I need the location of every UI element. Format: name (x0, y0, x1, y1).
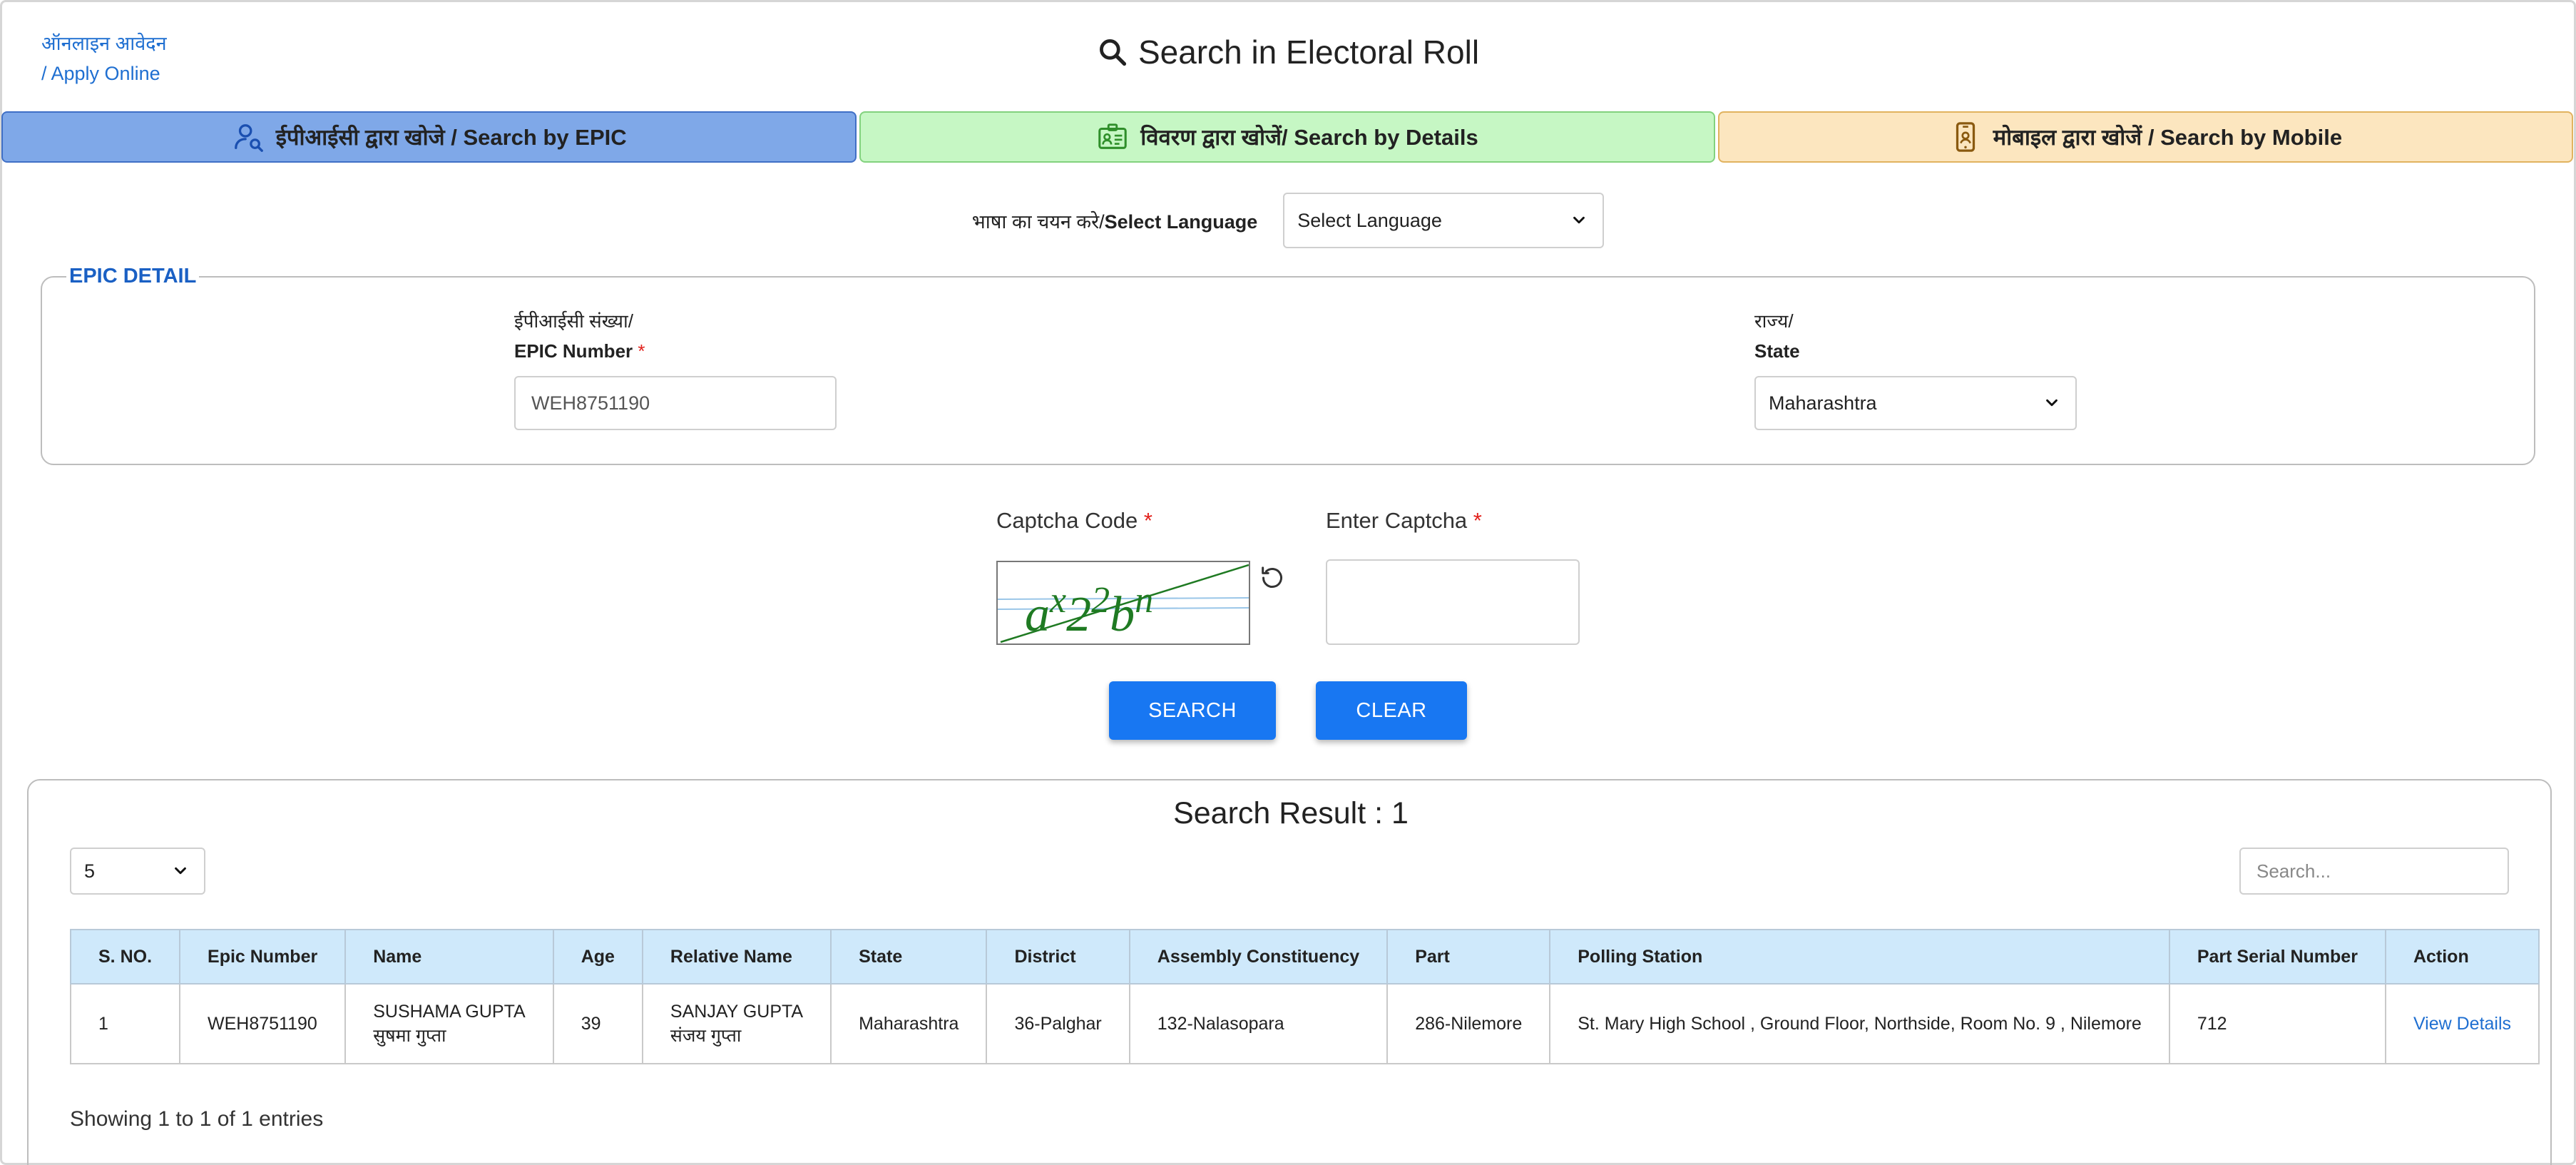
search-button[interactable]: SEARCH (1109, 681, 1276, 740)
epic-number-input[interactable]: WEH8751190 (514, 376, 837, 430)
language-label-hindi: भाषा का चयन करे/ (971, 210, 1105, 233)
view-details-link[interactable]: View Details (2413, 1014, 2511, 1034)
required-marker: * (638, 340, 645, 362)
clear-button[interactable]: CLEAR (1316, 681, 1467, 740)
cell-part-serial-number: 712 (2168, 983, 2386, 1064)
search-tabs: ईपीआईसी द्वारा खोजे / Search by EPIC विव… (1, 111, 2573, 163)
table-row: 1 WEH8751190 SUSHAMA GUPTA सुषमा गुप्ता … (69, 983, 2540, 1064)
captcha-input[interactable] (1326, 559, 1580, 645)
search-icon (1099, 39, 1127, 66)
mobile-phone-icon (1956, 122, 1975, 152)
results-search-input[interactable]: Search... (2239, 848, 2509, 895)
user-search-icon (234, 124, 263, 152)
results-search-placeholder: Search... (2256, 860, 2331, 882)
chevron-down-icon (175, 867, 186, 875)
col-header-action[interactable]: Action (2384, 929, 2540, 985)
col-header-part[interactable]: Part (1386, 929, 1551, 985)
cell-relative-hindi: संजय गुप्ता (670, 1026, 742, 1046)
epic-number-label-hindi: ईपीआईसी संख्या/ (514, 310, 633, 332)
results-table: S. NO. Epic Number Name Age Relative Nam… (69, 929, 2540, 1064)
tab-search-by-details[interactable]: विवरण द्वारा खोजें/ Search by Details (859, 111, 1715, 163)
cell-name: SUSHAMA GUPTA सुषमा गुप्ता (344, 983, 554, 1064)
cell-sno: 1 (69, 983, 181, 1064)
cell-state: Maharashtra (830, 983, 988, 1064)
col-header-state[interactable]: State (830, 929, 988, 985)
page-title-text: Search in Electoral Roll (1138, 34, 1480, 71)
col-header-district[interactable]: District (986, 929, 1130, 985)
captcha-code-label: Captcha Code * (996, 508, 1152, 534)
col-header-assembly-constituency[interactable]: Assembly Constituency (1128, 929, 1389, 985)
col-header-part-serial-number[interactable]: Part Serial Number (2168, 929, 2386, 985)
epic-number-label: ईपीआईसी संख्या/ EPIC Number * (514, 306, 645, 366)
col-header-relative-name[interactable]: Relative Name (641, 929, 832, 985)
cell-age: 39 (552, 983, 643, 1064)
tab-search-by-mobile[interactable]: मोबाइल द्वारा खोजें / Search by Mobile (1717, 111, 2573, 163)
language-label: भाषा का चयन करे/Select Language (972, 208, 1257, 234)
epic-detail-section: EPIC DETAIL ईपीआईसी संख्या/ EPIC Number … (41, 265, 2535, 465)
state-select[interactable]: Maharashtra (1754, 376, 2077, 430)
language-label-english: Select Language (1104, 210, 1258, 233)
cell-name-hindi: सुषमा गुप्ता (373, 1026, 446, 1046)
id-card-icon (1098, 123, 1127, 149)
language-select-value: Select Language (1297, 209, 1442, 231)
cell-assembly-constituency: 132-Nalasopara (1128, 983, 1389, 1064)
cell-polling-station: St. Mary High School , Ground Floor, Nor… (1549, 983, 2170, 1064)
required-marker: * (1473, 508, 1482, 533)
page-size-select[interactable]: 5 (70, 848, 205, 895)
col-header-sno[interactable]: S. NO. (69, 929, 181, 985)
cell-name-english: SUSHAMA GUPTA (373, 1002, 526, 1022)
cell-part: 286-Nilemore (1386, 983, 1551, 1064)
col-header-epic-number[interactable]: Epic Number (179, 929, 347, 985)
required-marker: * (1143, 508, 1152, 533)
enter-captcha-label: Enter Captcha * (1326, 508, 1482, 534)
col-header-age[interactable]: Age (552, 929, 643, 985)
tab-details-label: विवरण द्वारा खोजें/ Search by Details (1140, 125, 1478, 150)
captcha-image: ax22bn (996, 561, 1250, 645)
enter-captcha-label-text: Enter Captcha (1326, 508, 1468, 533)
chevron-down-icon (2046, 399, 2058, 407)
results-title: Search Result : 1 (1173, 796, 1409, 830)
epic-number-value: WEH8751190 (531, 392, 650, 414)
state-label: राज्य/ State (1754, 306, 1800, 366)
cell-relative-english: SANJAY GUPTA (670, 1002, 804, 1022)
captcha-code-label-text: Captcha Code (996, 508, 1138, 533)
cell-epic-number: WEH8751190 (179, 983, 347, 1064)
tab-mobile-label: मोबाइल द्वारा खोजें / Search by Mobile (1993, 125, 2343, 150)
page-title: Search in Electoral Roll (0, 33, 2576, 71)
captcha-text: ax22bn (1025, 580, 1153, 642)
page-size-value: 5 (84, 860, 96, 882)
state-label-hindi: राज्य/ (1754, 310, 1794, 332)
epic-detail-legend: EPIC DETAIL (66, 265, 200, 288)
state-select-value: Maharashtra (1769, 392, 1877, 414)
state-label-english: State (1754, 340, 1800, 362)
language-row: भाषा का चयन करे/Select Language Select L… (0, 193, 2576, 248)
tab-epic-label: ईपीआईसी द्वारा खोजे / Search by EPIC (275, 125, 627, 150)
cell-action: View Details (2384, 983, 2540, 1064)
col-header-polling-station[interactable]: Polling Station (1549, 929, 2170, 985)
refresh-captcha-icon[interactable] (1258, 564, 1287, 592)
entries-info: Showing 1 to 1 of 1 entries (70, 1107, 324, 1131)
language-select[interactable]: Select Language (1283, 193, 1605, 248)
tab-search-by-epic[interactable]: ईपीआईसी द्वारा खोजे / Search by EPIC (1, 111, 857, 163)
cell-relative-name: SANJAY GUPTA संजय गुप्ता (641, 983, 832, 1064)
col-header-name[interactable]: Name (344, 929, 554, 985)
search-results-section: Search Result : 1 5 Search... S. NO. Epi… (27, 779, 2552, 1165)
epic-number-label-english: EPIC Number (514, 340, 633, 362)
captcha-graphic: ax22bn (998, 564, 1249, 643)
chevron-down-icon (1573, 216, 1585, 224)
cell-district: 36-Palghar (986, 983, 1130, 1064)
table-header-row: S. NO. Epic Number Name Age Relative Nam… (69, 929, 2540, 985)
